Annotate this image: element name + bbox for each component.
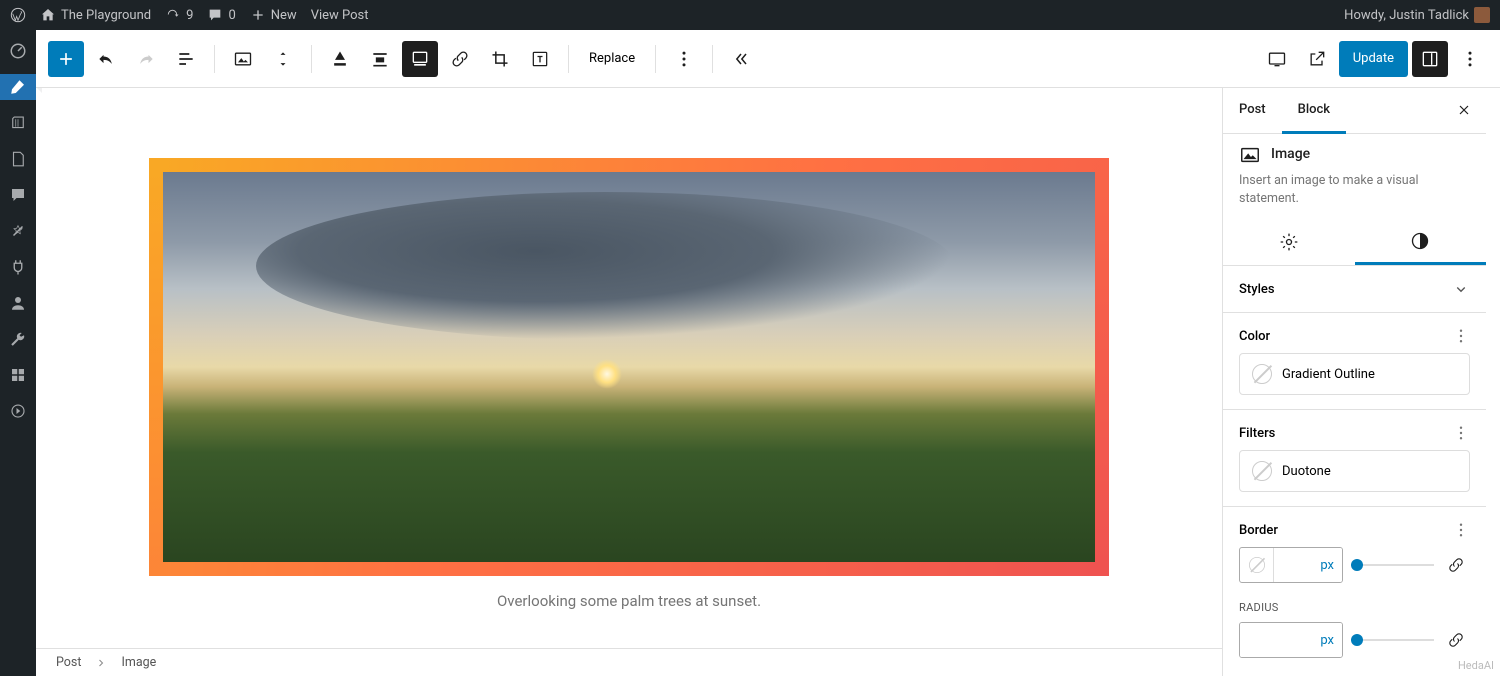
- block-description: Insert an image to make a visual stateme…: [1239, 172, 1470, 207]
- replace-button[interactable]: Replace: [579, 41, 645, 77]
- admin-bar: The Playground 9 0 New View Post Howdy, …: [0, 0, 1500, 30]
- chevron-down-icon: [1452, 280, 1470, 298]
- admin-menu: [0, 30, 36, 676]
- appearance-icon[interactable]: [0, 218, 36, 244]
- tools-icon[interactable]: [0, 326, 36, 352]
- tab-block[interactable]: Block: [1282, 88, 1346, 134]
- posts-icon[interactable]: [0, 74, 36, 100]
- view-post-link[interactable]: View Post: [311, 8, 369, 23]
- image-content: [163, 172, 1095, 562]
- updates-link[interactable]: 9: [165, 7, 193, 23]
- border-width-slider[interactable]: [1351, 564, 1434, 566]
- move-button[interactable]: [265, 41, 301, 77]
- border-width-field[interactable]: [1274, 548, 1342, 582]
- link-sides-button[interactable]: [1442, 551, 1470, 579]
- border-width-input[interactable]: [1239, 547, 1343, 583]
- filters-section-header: Filters: [1223, 410, 1486, 450]
- block-info: Image Insert an image to make a visual s…: [1223, 134, 1486, 219]
- more-icon[interactable]: [1452, 327, 1470, 345]
- howdy-link[interactable]: Howdy, Justin Tadlick: [1344, 7, 1490, 23]
- radius-input[interactable]: [1239, 622, 1343, 658]
- filter-item-label: Duotone: [1282, 464, 1331, 479]
- chevron-right-icon: [95, 657, 107, 669]
- plugins-icon[interactable]: [0, 254, 36, 280]
- block-inspector: Post Block Image Insert an image to make…: [1222, 88, 1486, 676]
- hide-toolbar-button[interactable]: [723, 41, 759, 77]
- site-name-link[interactable]: The Playground: [40, 7, 151, 23]
- duotone-item[interactable]: Duotone: [1239, 450, 1470, 492]
- border-section-header: Border: [1223, 507, 1486, 547]
- image-caption[interactable]: Overlooking some palm trees at sunset.: [136, 592, 1122, 610]
- styles-tab[interactable]: [1355, 219, 1487, 265]
- link-button[interactable]: [442, 41, 478, 77]
- image-block[interactable]: [149, 158, 1109, 576]
- none-icon: [1252, 461, 1272, 481]
- gear-icon: [1279, 232, 1299, 252]
- comments-menu-icon[interactable]: [0, 182, 36, 208]
- media-icon[interactable]: [0, 110, 36, 136]
- caption-button[interactable]: [402, 41, 438, 77]
- breadcrumb-image[interactable]: Image: [121, 655, 156, 670]
- align-button[interactable]: [362, 41, 398, 77]
- more-options-button[interactable]: [1452, 41, 1488, 77]
- image-icon: [1239, 144, 1261, 166]
- tab-post[interactable]: Post: [1223, 88, 1282, 133]
- image-block-icon[interactable]: [225, 41, 261, 77]
- color-section-header: Color: [1223, 313, 1486, 353]
- comments-link[interactable]: 0: [207, 7, 235, 23]
- undo-button[interactable]: [88, 41, 124, 77]
- breadcrumb-post[interactable]: Post: [56, 655, 81, 670]
- watermark: HedaAI: [1458, 659, 1494, 672]
- pages-icon[interactable]: [0, 146, 36, 172]
- inserter-button[interactable]: [48, 41, 84, 77]
- editor-canvas: Overlooking some palm trees at sunset.: [36, 88, 1222, 648]
- none-icon: [1252, 364, 1272, 384]
- avatar: [1474, 7, 1490, 23]
- text-overlay-button[interactable]: [522, 41, 558, 77]
- settings-icon[interactable]: [0, 362, 36, 388]
- collapse-icon[interactable]: [0, 398, 36, 424]
- none-icon: [1249, 557, 1265, 573]
- more-icon[interactable]: [1452, 521, 1470, 539]
- preview-external-button[interactable]: [1299, 41, 1335, 77]
- settings-tab[interactable]: [1223, 219, 1355, 265]
- radius-field[interactable]: [1240, 623, 1342, 657]
- new-link[interactable]: New: [250, 7, 297, 23]
- view-button[interactable]: [1259, 41, 1295, 77]
- dashboard-icon[interactable]: [0, 38, 36, 64]
- block-options-button[interactable]: [666, 41, 702, 77]
- editor-header: Replace Update: [36, 30, 1500, 88]
- users-icon[interactable]: [0, 290, 36, 316]
- block-title: Image: [1271, 145, 1310, 165]
- redo-button[interactable]: [128, 41, 164, 77]
- radius-label: RADIUS: [1223, 597, 1486, 622]
- color-item-label: Gradient Outline: [1282, 367, 1375, 382]
- settings-panel-button[interactable]: [1412, 41, 1448, 77]
- document-overview-button[interactable]: [168, 41, 204, 77]
- link-radius-button[interactable]: [1442, 626, 1470, 654]
- align-none-button[interactable]: [322, 41, 358, 77]
- close-inspector-button[interactable]: [1450, 96, 1478, 124]
- more-icon[interactable]: [1452, 424, 1470, 442]
- radius-slider[interactable]: [1351, 639, 1434, 641]
- breadcrumb: Post Image: [36, 648, 1222, 676]
- update-button[interactable]: Update: [1339, 41, 1408, 77]
- styles-panel-header[interactable]: Styles: [1223, 266, 1486, 312]
- crop-button[interactable]: [482, 41, 518, 77]
- contrast-icon: [1410, 231, 1430, 251]
- gradient-outline-item[interactable]: Gradient Outline: [1239, 353, 1470, 395]
- wp-logo[interactable]: [10, 7, 26, 23]
